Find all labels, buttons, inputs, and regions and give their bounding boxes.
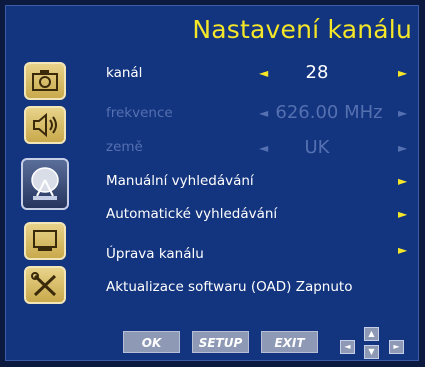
speaker-icon[interactable] <box>24 106 66 144</box>
channel-increase-arrow[interactable]: ► <box>398 66 407 80</box>
tools-icon[interactable] <box>24 266 66 304</box>
country-value: UK <box>304 137 330 158</box>
channel-label: kanál <box>106 65 143 81</box>
satellite-dish-icon[interactable] <box>21 158 69 210</box>
channel-value: 28 <box>305 62 329 83</box>
edit-channel-item[interactable]: Úprava kanálu <box>106 246 204 262</box>
country-increase-arrow: ► <box>398 141 408 155</box>
camera-icon[interactable] <box>24 62 66 100</box>
edit-channel-arrow[interactable]: ► <box>398 243 407 257</box>
nav-down-button[interactable]: ▼ <box>364 345 379 359</box>
exit-button[interactable]: EXIT <box>261 331 318 353</box>
frequency-value: 626.00 MHz <box>275 102 383 123</box>
channel-settings-screen: Nastavení kanálu kanál ◄ 28 ► frekvence … <box>5 5 419 361</box>
auto-search-item[interactable]: Automatické vyhledávání <box>106 206 277 222</box>
country-label: země <box>106 139 143 155</box>
manual-search-item[interactable]: Manuální vyhledávání <box>106 173 254 189</box>
ok-button[interactable]: OK <box>123 331 180 353</box>
software-update-item[interactable]: Aktualizace softwaru (OAD) Zapnuto <box>106 279 352 295</box>
nav-left-button[interactable]: ◄ <box>340 340 355 354</box>
monitor-icon[interactable] <box>24 222 66 260</box>
page-title: Nastavení kanálu <box>192 15 412 44</box>
nav-right-button[interactable]: ► <box>389 340 404 354</box>
manual-search-arrow[interactable]: ► <box>398 174 407 188</box>
setup-button[interactable]: SETUP <box>192 331 249 353</box>
frequency-label: frekvence <box>106 105 173 121</box>
nav-up-button[interactable]: ▲ <box>364 327 379 341</box>
auto-search-arrow[interactable]: ► <box>398 207 407 221</box>
frequency-increase-arrow: ► <box>398 106 408 120</box>
